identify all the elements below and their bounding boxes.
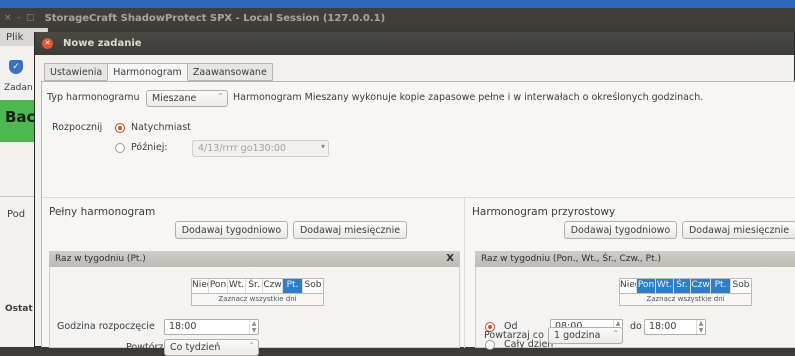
main-window-titlebar: × – □ StorageCraft ShadowProtect SPX - L… — [0, 8, 795, 28]
schedule-type-value: Mieszane — [152, 93, 197, 104]
inc-day-fri[interactable]: Pt. — [711, 279, 731, 293]
chevron-down-icon: ▾ — [320, 142, 325, 151]
vertical-divider — [464, 197, 465, 348]
main-window-title: StorageCraft ShadowProtect SPX - Local S… — [44, 12, 386, 24]
incremental-schedule-title: Harmonogram przyrostowy — [472, 206, 616, 218]
start-later-radio[interactable] — [115, 143, 125, 153]
start-later-label: Później: — [131, 142, 168, 153]
full-day-wed[interactable]: Śr. — [246, 279, 263, 293]
inc-day-thu[interactable]: Czw — [691, 279, 711, 293]
to-label-text: do — [630, 321, 642, 332]
top-panel — [0, 0, 795, 8]
dialog-titlebar: ✕ Nowe zadanie — [35, 32, 794, 55]
close-icon[interactable]: ✕ — [42, 38, 53, 49]
full-start-time-input[interactable]: 18:00 ▲ ▼ — [164, 319, 259, 335]
repeat-every-value: 1 godzina — [554, 330, 601, 341]
background-label-tasks: Zadan — [4, 83, 33, 93]
window-controls: × – □ — [4, 13, 35, 23]
full-day-tue[interactable]: Wt. — [228, 279, 246, 293]
remove-entry-button[interactable]: X — [446, 253, 454, 264]
inc-day-sun[interactable]: Nied — [620, 279, 637, 293]
full-repeat-label: Powtórz — [126, 342, 164, 353]
minimize-window-icon[interactable]: – — [17, 13, 22, 23]
new-task-dialog: ✕ Nowe zadanie Ustawienia Harmonogram Za… — [34, 32, 795, 356]
full-day-mon[interactable]: Pon — [209, 279, 228, 293]
background-label-ostatnie: Ostat — [5, 304, 33, 314]
full-entry-title: Raz w tygodniu (Pt.) — [55, 254, 146, 264]
full-repeat-value: Co tydzień — [170, 342, 221, 353]
inc-day-mon[interactable]: Pon — [637, 279, 656, 293]
full-start-time-label: Godzina rozpoczęcie — [57, 321, 155, 332]
background-label-pod: Pod — [7, 209, 26, 220]
full-add-monthly-button[interactable]: Dodawaj miesięcznie — [293, 221, 407, 239]
tab-bar: Ustawienia Harmonogram Zaawansowane — [44, 63, 273, 81]
start-label: Rozpocznij — [52, 122, 103, 133]
full-day-selector: Nied Pon Wt. Śr. Czw Pt. Sob — [191, 278, 324, 294]
start-now-radio[interactable] — [115, 123, 125, 133]
inc-day-sat[interactable]: Sob — [731, 279, 751, 293]
full-day-thu[interactable]: Czw — [263, 279, 283, 293]
maximize-window-icon[interactable]: □ — [26, 13, 35, 23]
spinner-icon[interactable]: ▲▼ — [696, 320, 705, 334]
repeat-every-select[interactable]: 1 godzina ⌃ — [548, 327, 623, 344]
full-repeat-select[interactable]: Co tydzień ⌃ — [164, 339, 259, 356]
chevron-updown-icon: ⌃ — [248, 341, 255, 350]
close-window-icon[interactable]: × — [4, 13, 12, 23]
tab-advanced[interactable]: Zaawansowane — [186, 63, 273, 81]
divider — [42, 197, 795, 198]
tab-schedule[interactable]: Harmonogram — [107, 63, 188, 81]
full-add-weekly-button[interactable]: Dodawaj tygodniowo — [175, 221, 288, 239]
schedule-panel: Typ harmonogramu Mieszane ⌃ Harmonogram … — [41, 81, 795, 356]
to-time-input[interactable]: 18:00 ▲ ▼ — [644, 319, 706, 335]
inc-day-tue[interactable]: Wt. — [656, 279, 674, 293]
schedule-type-label: Typ harmonogramu — [47, 92, 140, 103]
shield-icon[interactable]: ✓ — [9, 60, 23, 74]
incremental-add-monthly-button[interactable]: Dodawaj miesięcznie — [682, 221, 795, 239]
start-later-value: 4/13/rrrr go130:00 — [198, 143, 286, 154]
schedule-type-select[interactable]: Mieszane ⌃ — [146, 90, 228, 107]
start-later-datetime[interactable]: 4/13/rrrr go130:00 ▾ — [192, 140, 329, 157]
schedule-type-description: Harmonogram Mieszany wykonuje kopie zapa… — [233, 92, 704, 103]
full-entry-header: Raz w tygodniu (Pt.) X — [49, 251, 460, 267]
full-day-sat[interactable]: Sob — [303, 279, 323, 293]
repeat-every-label: Powtarzaj co — [484, 330, 544, 341]
full-schedule-title: Pełny harmonogram — [49, 206, 156, 218]
dialog-title: Nowe zadanie — [63, 38, 142, 49]
to-time-value: 18:00 — [649, 321, 677, 332]
full-day-sun[interactable]: Nied — [192, 279, 209, 293]
tab-settings[interactable]: Ustawienia — [44, 63, 109, 81]
inc-day-wed[interactable]: Śr. — [674, 279, 691, 293]
incremental-entry-title: Raz w tygodniu (Pon., Wt., Śr., Czw., Pt… — [481, 254, 661, 264]
incremental-day-selector: Nied Pon Wt. Śr. Czw Pt. Sob — [619, 278, 752, 294]
chevron-updown-icon: ⌃ — [612, 329, 619, 338]
incremental-entry-header: Raz w tygodniu (Pon., Wt., Śr., Czw., Pt… — [475, 251, 795, 267]
all-day-radio[interactable] — [485, 340, 495, 350]
full-select-all-days[interactable]: Zaznacz wszystkie dni — [191, 294, 324, 306]
full-day-fri[interactable]: Pt. — [283, 279, 303, 293]
start-now-label: Natychmiast — [131, 122, 191, 133]
chevron-updown-icon: ⌃ — [217, 92, 224, 101]
full-start-time-value: 18:00 — [169, 321, 197, 332]
incremental-add-weekly-button[interactable]: Dodawaj tygodniowo — [564, 221, 677, 239]
spinner-icon[interactable]: ▲▼ — [249, 320, 258, 334]
incremental-select-all-days[interactable]: Zaznacz wszystkie dni — [619, 294, 752, 306]
